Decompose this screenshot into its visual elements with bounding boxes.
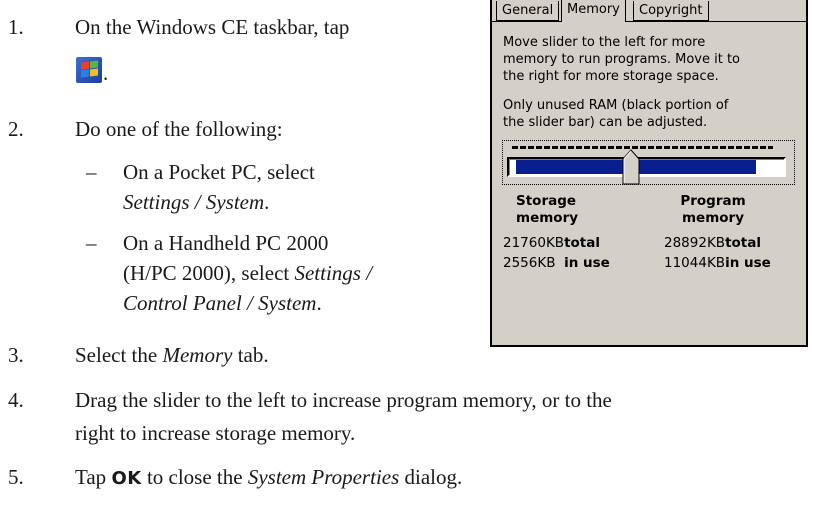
program-in-use: 11044KBin use <box>664 255 771 271</box>
step-text: Do one of the following: <box>75 117 283 141</box>
substep-line: On a Pocket PC, select <box>123 160 315 184</box>
step-number: 3. <box>8 343 24 367</box>
step-number: 1. <box>8 15 24 39</box>
substep-line: On a Handheld PC 2000 <box>123 231 329 255</box>
system-properties-dialog: General Memory Copyright Move slider to … <box>490 0 808 347</box>
step-2: 2. Do one of the following: <box>8 114 478 144</box>
step-text: Select the Memory tab. <box>75 343 269 367</box>
step-text: Tap OK to close the System Properties di… <box>75 465 463 489</box>
step-5: 5. Tap OK to close the System Properties… <box>8 462 808 492</box>
substep-line: Control Panel / System. <box>123 291 322 315</box>
ram-note: Only unused RAM (black portion of the sl… <box>503 98 729 130</box>
program-total: 28892KBtotal <box>664 235 761 251</box>
step-4: 4. Drag the slider to the left to increa… <box>8 385 808 449</box>
tab-copyright[interactable]: Copyright <box>633 1 709 21</box>
substep-dash: – <box>86 231 97 255</box>
storage-memory-label: Storage memory <box>516 193 579 226</box>
memory-description: Move slider to the left for more memory … <box>503 35 741 84</box>
step-3: 3. Select the Memory tab. <box>8 340 478 370</box>
ok-label: OK <box>111 468 142 489</box>
step-number: 5. <box>8 465 24 489</box>
substep-handheld-pc: – On a Handheld PC 2000 (H/PC 2000), sel… <box>86 228 466 318</box>
substep-line: (H/PC 2000), select Settings / <box>123 261 373 285</box>
step-1-period: . <box>103 61 109 85</box>
tab-general[interactable]: General <box>496 1 560 21</box>
windows-start-icon <box>76 57 102 83</box>
storage-in-use: 2556KB in use <box>503 255 610 271</box>
step-text: Drag the slider to the left to increase … <box>75 388 612 445</box>
storage-total: 21760KBtotal <box>503 235 600 251</box>
substep-dash: – <box>86 160 97 184</box>
slider-thumb[interactable] <box>622 149 640 185</box>
tab-memory[interactable]: Memory <box>561 0 626 22</box>
substep-pocket-pc: – On a Pocket PC, select Settings / Syst… <box>86 157 466 217</box>
unused-ram-bar <box>512 146 773 149</box>
program-memory-label: Program memory <box>680 193 746 226</box>
substep-line: Settings / System. <box>123 190 270 214</box>
step-number: 2. <box>8 117 24 141</box>
step-text: On the Windows CE taskbar, tap <box>75 15 350 39</box>
step-number: 4. <box>8 388 24 412</box>
tab-panel-border <box>492 21 806 22</box>
